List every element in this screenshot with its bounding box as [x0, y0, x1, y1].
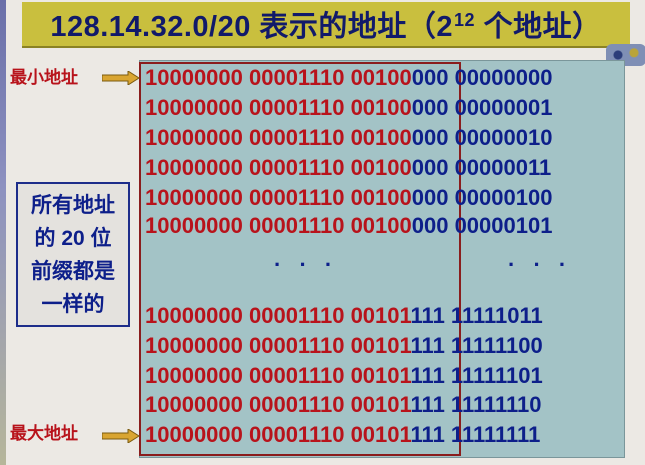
address-row: 10000000 00001110 00100000 00000101: [145, 212, 552, 240]
title-superscript: 12: [454, 10, 476, 30]
ellipsis-left: · · ·: [274, 252, 339, 277]
address-row: 10000000 00001110 00101111 11111110: [145, 391, 542, 419]
address-host: 000 00000001: [411, 95, 553, 120]
address-host: 000 00000101: [411, 213, 553, 238]
address-row: 10000000 00001110 00100000 00000010: [145, 124, 552, 152]
title-main: 128.14.32.0/20 表示的地址（2: [50, 11, 454, 43]
address-row: 10000000 00001110 00101111 11111101: [145, 362, 543, 390]
address-row: 10000000 00001110 00101111 11111100: [145, 332, 543, 360]
address-prefix: 10000000 00001110 00101: [145, 363, 411, 388]
address-host: 000 00000010: [411, 125, 553, 150]
right-arrow-icon: [102, 71, 140, 85]
note-line: 的 20 位: [34, 226, 112, 250]
address-row: 10000000 00001110 00101111 11111111: [145, 421, 540, 449]
address-row: 10000000 00001110 00100000 00000100: [145, 184, 552, 212]
prefix-note-box: 所有地址 的 20 位 前缀都是 一样的: [16, 182, 130, 327]
note-line: 一样的: [41, 292, 105, 316]
note-line: 前缀都是: [31, 259, 115, 283]
address-host: 111 11111110: [410, 392, 542, 417]
min-address-label: 最小地址: [10, 68, 78, 87]
address-row: 10000000 00001110 00100000 00000011: [145, 154, 551, 182]
address-row: 10000000 00001110 00101111 11111011: [145, 302, 543, 330]
address-prefix: 10000000 00001110 00100: [145, 213, 412, 238]
address-row: 10000000 00001110 00100000 00000000: [145, 64, 552, 92]
ellipsis-right: · · ·: [508, 252, 573, 277]
address-prefix: 10000000 00001110 00101: [145, 422, 411, 447]
address-row: 10000000 00001110 00100000 00000001: [145, 94, 552, 122]
address-prefix: 10000000 00001110 00100: [145, 185, 412, 210]
address-host: 111 11111111: [410, 422, 541, 447]
left-decor-stripe: [0, 0, 6, 465]
address-prefix: 10000000 00001110 00101: [145, 392, 411, 417]
slide-title: 128.14.32.0/20 表示的地址（212 个地址）: [50, 3, 601, 45]
address-prefix: 10000000 00001110 00100: [145, 155, 412, 180]
address-prefix: 10000000 00001110 00100: [145, 95, 412, 120]
address-prefix: 10000000 00001110 00100: [145, 65, 412, 90]
title-tail: 个地址）: [475, 11, 602, 43]
address-host: 000 00000011: [411, 155, 552, 180]
address-host: 111 11111101: [410, 363, 543, 388]
title-bar: 128.14.32.0/20 表示的地址（212 个地址）: [22, 2, 630, 48]
address-host: 000 00000100: [411, 185, 553, 210]
address-host: 111 11111011: [410, 303, 543, 328]
right-arrow-icon: [102, 429, 140, 443]
address-host: 000 00000000: [411, 65, 553, 90]
max-address-label: 最大地址: [10, 424, 78, 443]
note-line: 所有地址: [31, 193, 115, 217]
address-prefix: 10000000 00001110 00101: [145, 303, 411, 328]
address-host: 111 11111100: [410, 333, 543, 358]
address-prefix: 10000000 00001110 00101: [145, 333, 411, 358]
address-prefix: 10000000 00001110 00100: [145, 125, 412, 150]
